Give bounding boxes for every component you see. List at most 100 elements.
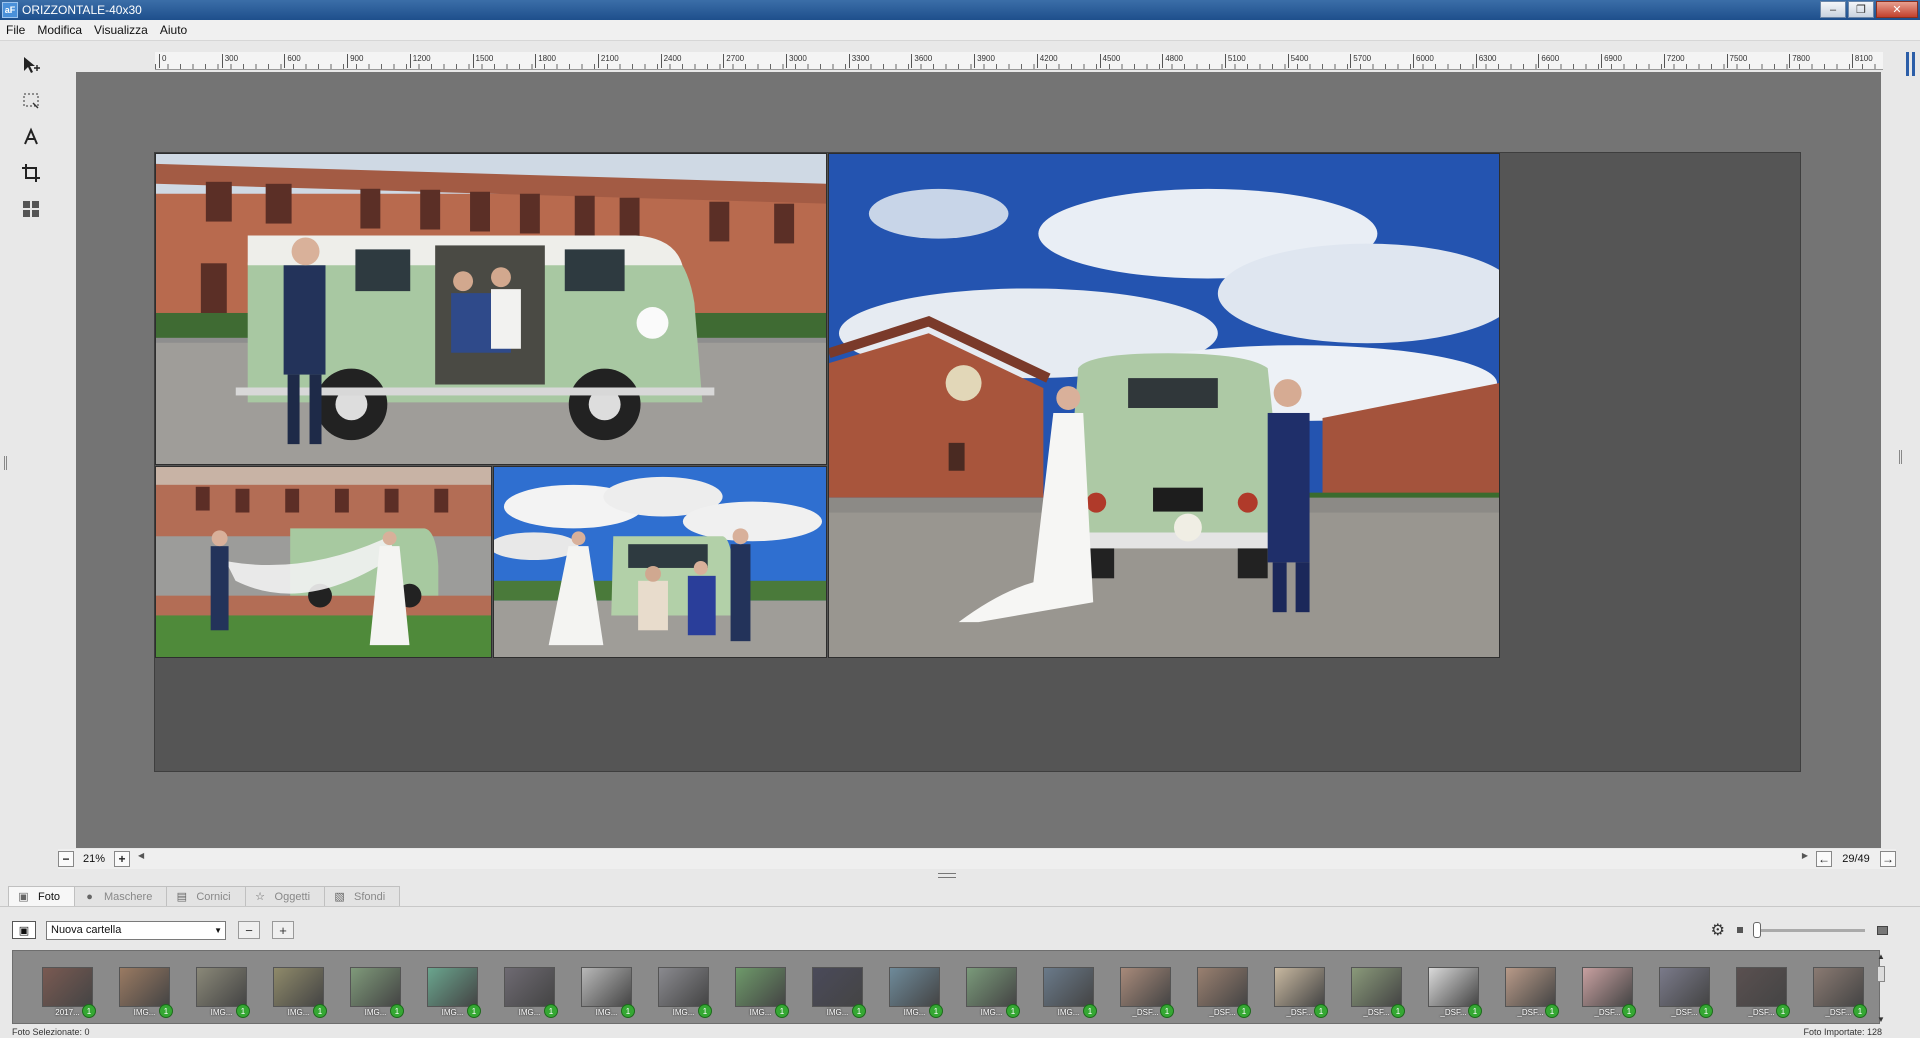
thumbnail-image [1120, 967, 1171, 1007]
tab-sfondi[interactable]: ▧ Sfondi [324, 886, 401, 906]
photo-frame-veil[interactable] [155, 466, 492, 658]
thumbnail-item[interactable]: IMG... 1 [119, 967, 173, 1018]
tab-label: Oggetti [274, 890, 311, 903]
thumbnail-item[interactable]: IMG... 1 [812, 967, 866, 1018]
window-title: ORIZZONTALE-40x30 [22, 3, 142, 17]
menu-modifica[interactable]: Modifica [37, 23, 82, 37]
photo-van-groom [156, 154, 826, 464]
thumbnail-image [1197, 967, 1248, 1007]
usage-count-badge: 1 [929, 1004, 943, 1018]
thumbnail-item[interactable]: _DSF... 1 [1197, 967, 1251, 1018]
thumbnail-item[interactable]: IMG... 1 [735, 967, 789, 1018]
zoom-value[interactable]: 21% [74, 851, 114, 867]
splitter-grip[interactable] [938, 873, 956, 878]
select-arrow-icon[interactable] [18, 52, 44, 78]
tab-label: Foto [38, 890, 61, 903]
thumbnail-image [1351, 967, 1402, 1007]
folder-dropdown[interactable]: Nuova cartella ▼ [46, 920, 226, 940]
ruler-label: 8100 [1851, 54, 1873, 68]
scroll-left-icon[interactable]: ◀ [138, 851, 144, 860]
ruler-label: 4500 [1099, 54, 1120, 68]
scroll-thumb[interactable] [1877, 966, 1885, 982]
prev-page-button[interactable]: ← [1816, 851, 1832, 867]
thumbnail-item[interactable]: IMG... 1 [658, 967, 712, 1018]
tab-maschere[interactable]: ● Maschere [74, 886, 168, 906]
thumbnail-item[interactable]: _DSF... 1 [1582, 967, 1636, 1018]
next-page-button[interactable]: → [1880, 851, 1896, 867]
thumbnail-item[interactable]: _DSF... 1 [1659, 967, 1713, 1018]
tab-foto[interactable]: ▣ Foto [8, 886, 76, 906]
usage-count-badge: 1 [1083, 1004, 1097, 1018]
thumbnail-item[interactable]: IMG... 1 [504, 967, 558, 1018]
usage-count-badge: 1 [698, 1004, 712, 1018]
usage-count-badge: 1 [1006, 1004, 1020, 1018]
thumbnail-item[interactable]: IMG... 1 [273, 967, 327, 1018]
photo-frame-group[interactable] [493, 466, 827, 658]
scroll-right-icon[interactable]: ▶ [1802, 851, 1808, 860]
thumbnail-strip[interactable]: 2017... 1 IMG... 1 IMG... 1 IMG... 1 IMG... 1 IMG.… [12, 950, 1880, 1024]
photo-couple-sky [829, 154, 1499, 657]
thumbnail-item[interactable]: _DSF... 1 [1120, 967, 1174, 1018]
thumbnail-image [196, 967, 247, 1007]
minimize-icon[interactable]: – [1820, 1, 1846, 18]
thumbnail-item[interactable]: _DSF... 1 [1351, 967, 1405, 1018]
thumbnail-scrollbar[interactable]: ▲ ▼ [1876, 950, 1886, 1024]
tab-oggetti[interactable]: ☆ Oggetti [244, 886, 326, 906]
menu-visualizza[interactable]: Visualizza [94, 23, 148, 37]
panel-toggle-icon[interactable] [1902, 52, 1918, 80]
text-tool-icon[interactable] [18, 124, 44, 150]
thumbnail-item[interactable]: IMG... 1 [350, 967, 404, 1018]
thumbnail-item[interactable]: IMG... 1 [196, 967, 250, 1018]
usage-count-badge: 1 [1160, 1004, 1174, 1018]
ruler-label: 3300 [848, 54, 869, 68]
scroll-down-icon[interactable]: ▼ [1877, 1015, 1885, 1024]
thumbnail-image [1274, 967, 1325, 1007]
marquee-select-icon[interactable] [18, 88, 44, 114]
thumbnail-item[interactable]: _DSF... 1 [1505, 967, 1559, 1018]
tab-cornici[interactable]: ▤ Cornici [166, 886, 246, 906]
usage-count-badge: 1 [1622, 1004, 1636, 1018]
menu-aiuto[interactable]: Aiuto [160, 23, 187, 37]
menu-file[interactable]: File [6, 23, 25, 37]
status-selected: Foto Selezionate: 0 [12, 1027, 90, 1037]
thumbnail-item[interactable]: _DSF... 1 [1428, 967, 1482, 1018]
crop-tool-icon[interactable] [18, 160, 44, 186]
thumbnail-item[interactable]: IMG... 1 [581, 967, 635, 1018]
right-panel-grip[interactable] [1899, 450, 1902, 464]
scroll-up-icon[interactable]: ▲ [1877, 952, 1885, 961]
zoom-in-button[interactable]: + [114, 851, 130, 867]
window-controls: – ❐ ✕ [1820, 1, 1918, 18]
add-folder-button[interactable]: + [272, 921, 294, 939]
thumbnail-item[interactable]: _DSF... 1 [1274, 967, 1328, 1018]
left-panel-grip[interactable] [4, 456, 7, 470]
horizontal-scrollbar[interactable]: ◀ ▶ [136, 851, 1810, 865]
ruler-label: 2700 [723, 54, 744, 68]
ruler-label: 4800 [1162, 54, 1183, 68]
zoom-out-button[interactable]: − [58, 851, 74, 867]
thumbnail-size-slider[interactable] [1753, 921, 1865, 938]
canvas-area[interactable] [76, 72, 1881, 848]
gear-icon[interactable]: ⚙ [1711, 920, 1725, 940]
thumbnail-item[interactable]: IMG... 1 [966, 967, 1020, 1018]
restore-icon[interactable]: ❐ [1848, 1, 1874, 18]
frame-icon: ▤ [176, 891, 188, 903]
thumbnail-item[interactable]: IMG... 1 [1043, 967, 1097, 1018]
thumbnail-item[interactable]: _DSF... 1 [1736, 967, 1790, 1018]
thumbnail-item[interactable]: 2017... 1 [42, 967, 96, 1018]
thumbnail-item[interactable]: IMG... 1 [889, 967, 943, 1018]
album-spread[interactable] [155, 153, 1800, 771]
thumbnail-item[interactable]: IMG... 1 [427, 967, 481, 1018]
thumbnail-tools: ⚙ [1711, 920, 1902, 940]
chevron-down-icon: ▼ [214, 925, 222, 935]
usage-count-badge: 1 [82, 1004, 96, 1018]
ruler-label: 1200 [409, 54, 431, 68]
close-icon[interactable]: ✕ [1876, 1, 1918, 18]
grid-layout-icon[interactable] [18, 196, 44, 222]
photo-frame-couple-sky[interactable] [828, 153, 1500, 658]
image-folder-icon[interactable]: ▣ [12, 921, 36, 939]
photo-frame-van-groom[interactable] [155, 153, 827, 465]
ruler-label: 7800 [1789, 54, 1810, 68]
slider-thumb[interactable] [1753, 921, 1761, 938]
remove-folder-button[interactable]: − [238, 921, 260, 939]
thumbnail-item[interactable]: _DSF... 1 [1813, 967, 1867, 1018]
